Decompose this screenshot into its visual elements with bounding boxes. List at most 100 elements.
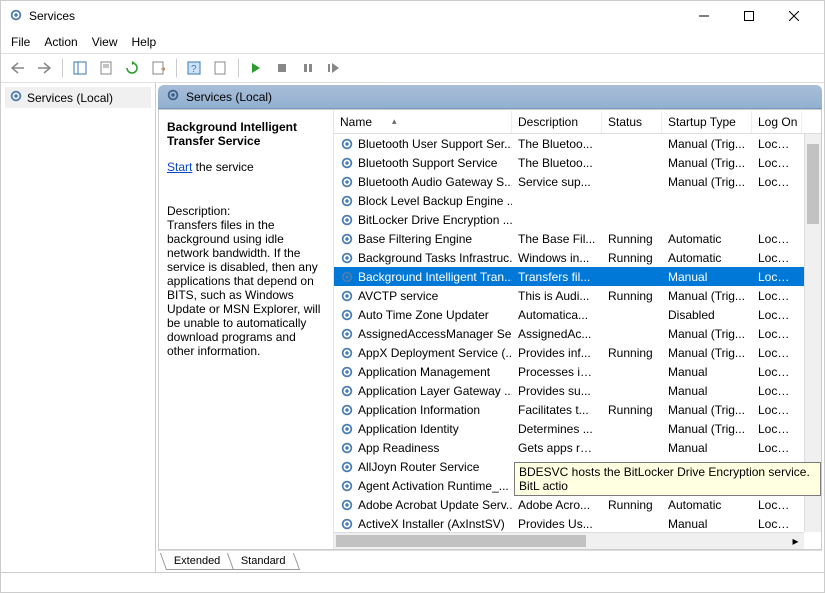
cell-logon: Local Sy	[752, 403, 802, 417]
column-headers: Name▴ Description Status Startup Type Lo…	[334, 110, 821, 134]
table-row[interactable]: AppX Deployment Service (...Provides inf…	[334, 343, 821, 362]
table-row[interactable]: Background Tasks Infrastruc...Windows in…	[334, 248, 821, 267]
properties-button[interactable]	[95, 57, 117, 79]
cell-name: AVCTP service	[334, 289, 512, 303]
start-service-button[interactable]	[245, 57, 267, 79]
cell-description: Automatica...	[512, 308, 602, 322]
stop-service-button[interactable]	[271, 57, 293, 79]
table-row[interactable]: Application InformationFacilitates t...R…	[334, 400, 821, 419]
table-row[interactable]: BitLocker Drive Encryption ...	[334, 210, 821, 229]
table-row[interactable]: Adobe Acrobat Update Serv...Adobe Acro..…	[334, 495, 821, 514]
table-row[interactable]: AVCTP serviceThis is Audi...RunningManua…	[334, 286, 821, 305]
cell-status: Running	[602, 232, 662, 246]
cell-logon: Local Sy	[752, 251, 802, 265]
back-button[interactable]	[7, 57, 29, 79]
cell-name: Auto Time Zone Updater	[334, 308, 512, 322]
cell-status: Running	[602, 403, 662, 417]
cell-startup: Manual (Trig...	[662, 346, 752, 360]
cell-name: AppX Deployment Service (...	[334, 346, 512, 360]
menu-file[interactable]: File	[11, 35, 30, 49]
cell-startup: Manual	[662, 270, 752, 284]
cell-startup: Manual (Trig...	[662, 422, 752, 436]
export-list-button[interactable]	[147, 57, 169, 79]
cell-startup: Automatic	[662, 232, 752, 246]
table-row[interactable]: Block Level Backup Engine ...	[334, 191, 821, 210]
tab-extended[interactable]: Extended	[160, 553, 235, 570]
cell-logon: Local Sy	[752, 137, 802, 151]
menu-help[interactable]: Help	[132, 35, 157, 49]
cell-startup: Manual (Trig...	[662, 289, 752, 303]
table-row[interactable]: Bluetooth Support ServiceThe Bluetoo...M…	[334, 153, 821, 172]
pause-service-button[interactable]	[297, 57, 319, 79]
cell-startup: Manual (Trig...	[662, 137, 752, 151]
cell-description: Gets apps re...	[512, 441, 602, 455]
column-status[interactable]: Status	[602, 111, 662, 133]
cell-name: ActiveX Installer (AxInstSV)	[334, 517, 512, 531]
scrollbar-thumb[interactable]	[807, 144, 819, 224]
cell-description: Windows in...	[512, 251, 602, 265]
help-button[interactable]: ?	[183, 57, 205, 79]
column-name[interactable]: Name▴	[334, 111, 512, 133]
table-row[interactable]: Application IdentityDetermines ...Manual…	[334, 419, 821, 438]
table-row[interactable]: Bluetooth Audio Gateway S...Service sup.…	[334, 172, 821, 191]
table-row[interactable]: Auto Time Zone UpdaterAutomatica... Disab…	[334, 305, 821, 324]
cell-description: Facilitates t...	[512, 403, 602, 417]
cell-logon: Local Se	[752, 308, 802, 322]
cell-startup: Disabled	[662, 308, 752, 322]
table-row[interactable]: Application Layer Gateway ...Provides su…	[334, 381, 821, 400]
table-row[interactable]: ActiveX Installer (AxInstSV)Provides Us.…	[334, 514, 821, 533]
detail-start-line: Start the service	[167, 160, 325, 174]
scroll-right-arrow[interactable]: ▸	[787, 533, 804, 549]
forward-button[interactable]	[33, 57, 55, 79]
table-row[interactable]: Bluetooth User Support Ser...The Bluetoo…	[334, 134, 821, 153]
cell-logon: Local Se	[752, 175, 802, 189]
cell-name: Bluetooth Audio Gateway S...	[334, 175, 512, 189]
tooltip: BDESVC hosts the BitLocker Drive Encrypt…	[514, 462, 821, 496]
help2-button[interactable]	[209, 57, 231, 79]
sort-asc-icon: ▴	[392, 116, 397, 127]
close-button[interactable]	[771, 2, 816, 30]
start-service-link[interactable]: Start	[167, 160, 192, 174]
services-app-icon	[9, 8, 23, 25]
table-row[interactable]: Application ManagementProcesses in...Man…	[334, 362, 821, 381]
scrollbar-thumb[interactable]	[336, 535, 586, 547]
cell-logon: Local Se	[752, 156, 802, 170]
maximize-button[interactable]	[726, 2, 771, 30]
cell-name: Application Information	[334, 403, 512, 417]
cell-logon: Local Se	[752, 289, 802, 303]
tab-standard[interactable]: Standard	[227, 553, 300, 570]
cell-description: Transfers fil...	[512, 270, 602, 284]
cell-name: BitLocker Drive Encryption ...	[334, 213, 512, 227]
column-startup-type[interactable]: Startup Type	[662, 111, 752, 133]
menu-view[interactable]: View	[92, 35, 118, 49]
table-row[interactable]: Background Intelligent Tran...Transfers …	[334, 267, 821, 286]
minimize-button[interactable]	[681, 2, 726, 30]
cell-description: Determines ...	[512, 422, 602, 436]
cell-name: Application Layer Gateway ...	[334, 384, 512, 398]
cell-logon: Local Se	[752, 422, 802, 436]
services-list: Name▴ Description Status Startup Type Lo…	[334, 110, 821, 549]
table-row[interactable]: AssignedAccessManager Se...AssignedAc...…	[334, 324, 821, 343]
column-log-on[interactable]: Log On	[752, 111, 802, 133]
cell-description: Adobe Acro...	[512, 498, 602, 512]
table-row[interactable]: App ReadinessGets apps re...ManualLocal …	[334, 438, 821, 457]
svg-text:?: ?	[191, 64, 197, 75]
column-description[interactable]: Description	[512, 111, 602, 133]
nav-services-local[interactable]: Services (Local)	[5, 87, 151, 108]
menu-action[interactable]: Action	[44, 35, 77, 49]
window-title: Services	[29, 9, 681, 23]
cell-status: Running	[602, 498, 662, 512]
cell-name: Bluetooth Support Service	[334, 156, 512, 170]
cell-logon: Local Se	[752, 384, 802, 398]
cell-startup: Manual (Trig...	[662, 327, 752, 341]
cell-logon: Local Se	[752, 232, 802, 246]
status-bar	[1, 572, 824, 592]
restart-service-button[interactable]	[323, 57, 345, 79]
show-hide-tree-button[interactable]	[69, 57, 91, 79]
refresh-button[interactable]	[121, 57, 143, 79]
cell-startup: Manual	[662, 384, 752, 398]
table-row[interactable]: Base Filtering EngineThe Base Fil...Runn…	[334, 229, 821, 248]
cell-name: Adobe Acrobat Update Serv...	[334, 498, 512, 512]
horizontal-scrollbar[interactable]: ◂ ▸	[334, 532, 804, 549]
toolbar-separator	[61, 58, 63, 78]
